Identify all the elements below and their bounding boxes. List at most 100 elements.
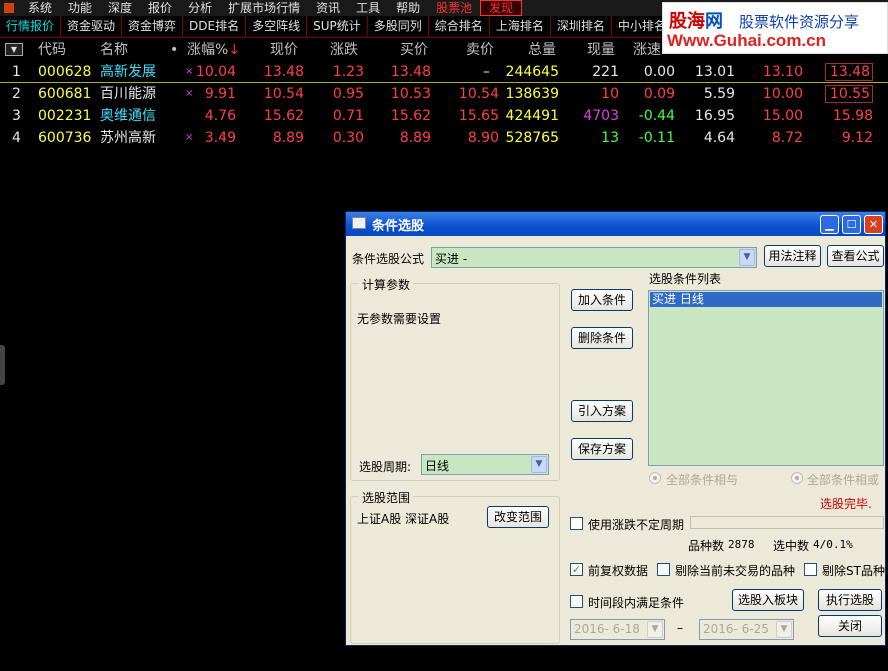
col-current-volume[interactable]: 现量 — [587, 40, 615, 60]
change: 0.95 — [332, 86, 364, 102]
change-pct: 10.04 — [195, 64, 236, 80]
use-period-checkbox[interactable] — [570, 517, 583, 530]
stock-code: 000628 — [38, 64, 92, 80]
menu-system[interactable]: 系统 — [20, 0, 60, 16]
tab-sup-stats[interactable]: SUP统计 — [307, 16, 368, 37]
grid-header: ▼ 代码 名称 • 涨幅%↓ 现价 涨跌 买价 卖价 总量 现量 涨速 — [0, 40, 888, 60]
or-radio[interactable] — [791, 472, 803, 484]
speed: 0.09 — [643, 86, 675, 102]
tab-shenzhen-rank[interactable]: 深圳排名 — [551, 16, 612, 37]
tab-multi-stock[interactable]: 多股同列 — [368, 16, 429, 37]
menu-quote[interactable]: 报价 — [140, 0, 180, 16]
run-screening-button[interactable]: 执行选股 — [818, 589, 882, 611]
import-plan-button[interactable]: 引入方案 — [571, 400, 633, 422]
low: 9.12 — [841, 130, 873, 146]
menu-ext-market[interactable]: 扩展市场行情 — [220, 0, 308, 16]
period-range-checkbox[interactable] — [570, 595, 583, 608]
chevron-down-icon[interactable]: ▼ — [739, 249, 755, 266]
add-condition-button[interactable]: 加入条件 — [571, 289, 633, 311]
menu-depth[interactable]: 深度 — [100, 0, 140, 16]
col-change[interactable]: 涨跌 — [330, 40, 358, 60]
fq-label: 前复权数据 — [588, 564, 649, 578]
col-speed[interactable]: 涨速 — [633, 40, 661, 60]
chevron-down-icon[interactable]: ▼ — [647, 621, 663, 638]
tab-fund-drive[interactable]: 资金驱动 — [61, 16, 123, 37]
side-panel-handle[interactable] — [0, 345, 5, 385]
fq-checkbox[interactable]: ✓ — [570, 563, 583, 576]
open: 4.64 — [703, 130, 735, 146]
formula-select[interactable]: 买进 - ▼ — [431, 247, 757, 268]
count-value: 2878 — [728, 538, 755, 551]
speed: -0.11 — [638, 130, 675, 146]
change: 0.71 — [332, 108, 364, 124]
table-row[interactable]: 4 600736 苏州高新 × 3.49 8.89 0.30 8.89 8.90… — [0, 127, 888, 149]
current-volume: 10 — [601, 86, 619, 102]
date-from-picker[interactable]: 2016- 6-18 ▼ — [570, 619, 665, 640]
and-radio[interactable] — [649, 472, 661, 484]
minimize-button[interactable]: ▁ — [820, 215, 839, 234]
view-formula-button[interactable]: 查看公式 — [827, 245, 884, 267]
dialog-titlebar[interactable]: 条件选股 ▁ ☐ ✕ — [346, 212, 885, 236]
col-change-pct[interactable]: 涨幅%↓ — [187, 40, 240, 60]
to-board-button[interactable]: 选股入板块 — [732, 589, 804, 611]
row-index: 1 — [12, 64, 21, 80]
col-bid[interactable]: 买价 — [400, 40, 428, 60]
tab-quotes[interactable]: 行情报价 — [0, 16, 62, 37]
menu-function[interactable]: 功能 — [60, 0, 100, 16]
price: 10.54 — [263, 86, 304, 102]
tab-shanghai-rank[interactable]: 上海排名 — [490, 16, 551, 37]
menu-analysis[interactable]: 分析 — [180, 0, 220, 16]
exclude-st-checkbox[interactable] — [804, 563, 817, 576]
col-name[interactable]: 名称 — [100, 40, 128, 60]
stock-name: 苏州高新 — [100, 130, 156, 146]
ask: 8.90 — [467, 130, 499, 146]
menu-stock-pool[interactable]: 股票池 — [428, 0, 480, 16]
bid: 15.62 — [390, 108, 431, 124]
menu-tools[interactable]: 工具 — [348, 0, 388, 16]
save-plan-button[interactable]: 保存方案 — [571, 438, 633, 460]
high: 10.00 — [762, 86, 803, 102]
tab-bull-bear[interactable]: 多空阵线 — [246, 16, 308, 37]
tab-dde-rank[interactable]: DDE排名 — [183, 16, 247, 37]
menu-discover[interactable]: 发现 — [480, 0, 523, 16]
use-period-label: 使用涨跌不定周期 — [588, 518, 685, 532]
chevron-down-icon[interactable]: ▼ — [531, 456, 547, 473]
table-row[interactable]: 2 600681 百川能源 × 9.91 10.54 0.95 10.53 10… — [0, 83, 888, 105]
date-to-picker[interactable]: 2016- 6-25 ▼ — [699, 619, 794, 640]
maximize-button[interactable]: ☐ — [842, 215, 861, 234]
dialog-title: 条件选股 — [372, 219, 425, 234]
tab-fund-game[interactable]: 资金博弈 — [122, 16, 184, 37]
menu-news[interactable]: 资讯 — [308, 0, 348, 16]
period-edit[interactable] — [690, 516, 884, 529]
col-ask[interactable]: 卖价 — [466, 40, 494, 60]
usage-notes-button[interactable]: 用法注释 — [764, 245, 821, 267]
current-volume: 13 — [601, 130, 619, 146]
col-volume[interactable]: 总量 — [528, 40, 556, 60]
row-index: 2 — [12, 86, 21, 102]
chevron-down-icon[interactable]: ▼ — [776, 621, 792, 638]
list-item[interactable]: 买进 日线 — [650, 292, 882, 307]
period-select[interactable]: 日线 ▼ — [421, 454, 549, 475]
volume: 528765 — [505, 130, 559, 146]
column-dropdown-button[interactable]: ▼ — [5, 43, 23, 56]
tab-composite-rank[interactable]: 综合排名 — [429, 16, 490, 37]
close-icon[interactable]: ✕ — [864, 215, 883, 234]
condition-list[interactable]: 买进 日线 — [648, 290, 884, 466]
change-pct: 3.49 — [204, 130, 236, 146]
table-row[interactable]: 1 000628 高新发展 × 10.04 13.48 1.23 13.48 –… — [0, 61, 888, 83]
price: 13.48 — [263, 64, 304, 80]
table-row[interactable]: 3 002231 奥维通信 4.76 15.62 0.71 15.62 15.6… — [0, 105, 888, 127]
col-code[interactable]: 代码 — [38, 40, 66, 60]
row-index: 4 — [12, 130, 21, 146]
close-button[interactable]: 关闭 — [818, 615, 882, 637]
exclude-untraded-checkbox[interactable] — [657, 563, 670, 576]
col-price[interactable]: 现价 — [270, 40, 298, 60]
ask: 10.54 — [458, 86, 499, 102]
col-dot: • — [170, 42, 179, 58]
change-pct: 4.76 — [204, 108, 236, 124]
menu-help[interactable]: 帮助 — [388, 0, 428, 16]
scope-value: 上证A股 深证A股 — [357, 512, 450, 526]
delete-condition-button[interactable]: 删除条件 — [571, 327, 633, 349]
bid: 13.48 — [390, 64, 431, 80]
change-scope-button[interactable]: 改变范围 — [487, 506, 549, 528]
